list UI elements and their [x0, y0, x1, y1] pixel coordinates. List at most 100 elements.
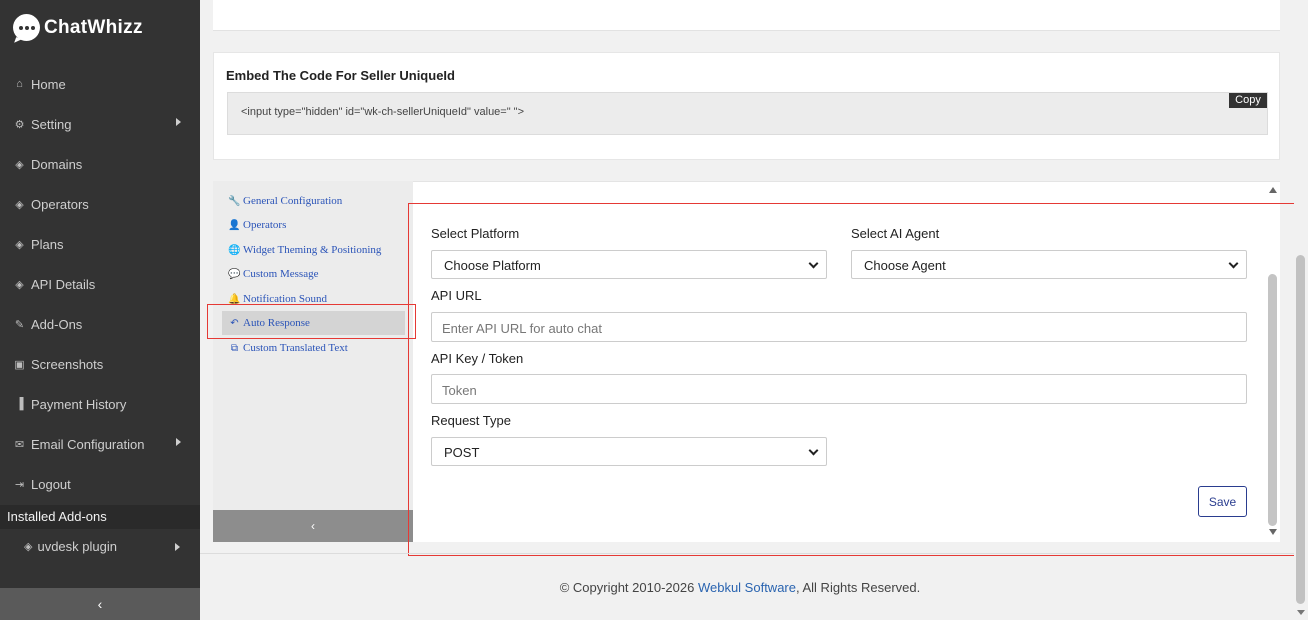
embed-title: Embed The Code For Seller UniqueId [226, 68, 455, 83]
caret-right-icon [175, 543, 180, 551]
sidebar-item-label: Setting [31, 116, 72, 132]
form-scrollbar[interactable] [1266, 187, 1280, 537]
settings-tab-label: Operators [243, 219, 287, 231]
top-card [213, 0, 1280, 31]
agent-select-value: Choose Agent [864, 258, 946, 273]
sidebar: ChatWhizz ⌂ Home ⚙ Setting ◈ Domains ◈ Operator… [0, 0, 200, 620]
settings-tab-label: Widget Theming & Positioning [243, 244, 382, 256]
api-url-input[interactable]: Enter API URL for auto chat [431, 312, 1247, 342]
caret-right-icon [176, 438, 181, 446]
footer: © Copyright 2010-2026 Webkul Software, A… [200, 580, 1280, 595]
settings-tab[interactable]: 🌐 Widget Theming & Positioning [228, 240, 382, 260]
form-scroll-thumb[interactable] [1268, 274, 1277, 526]
settings-tab[interactable]: ⧉ Custom Translated Text [229, 338, 348, 358]
embed-code[interactable]: <input type="hidden" id="wk-ch-sellerUni… [241, 106, 524, 118]
sidebar-item[interactable]: ◈ Plans [13, 234, 193, 254]
sidebar-item[interactable]: ▐ Payment History [13, 394, 193, 414]
sidebar-item[interactable]: ▣ Screenshots [13, 354, 193, 374]
settings-tab-panel: 🔧 General Configuration 👤 Operators 🌐 Widget … [213, 181, 413, 542]
sidebar-collapse-button[interactable]: ‹ [0, 588, 200, 620]
installed-addon-item[interactable]: ◈ uvdesk plugin [24, 539, 180, 554]
token-placeholder: Token [442, 383, 477, 398]
comment-icon: 💬 [228, 268, 241, 280]
sidebar-item[interactable]: ✉ Email Configuration [13, 434, 193, 454]
chevron-down-icon [808, 258, 819, 269]
embed-code-box: <input type="hidden" id="wk-ch-sellerUni… [227, 92, 1268, 135]
cogs-icon: ⚙ [14, 118, 25, 131]
copy-button[interactable]: Copy [1229, 93, 1267, 108]
settings-tab[interactable]: 🔧 General Configuration [228, 191, 343, 211]
sidebar-item-label: Screenshots [31, 356, 104, 372]
api-url-placeholder: Enter API URL for auto chat [442, 321, 602, 336]
installed-addons-heading: Installed Add-ons [0, 505, 200, 529]
page-scrollbar[interactable] [1294, 0, 1308, 620]
brand-name: ChatWhizz [44, 16, 143, 38]
brand-logo[interactable]: ChatWhizz [13, 14, 143, 41]
scroll-down-arrow-icon[interactable] [1269, 529, 1277, 535]
agent-select[interactable]: Choose Agent [851, 250, 1247, 279]
plug-icon: ✎ [14, 318, 25, 331]
chevron-down-icon [1228, 258, 1239, 269]
sidebar-item-label: Plans [31, 236, 64, 252]
footer-company-link[interactable]: Webkul Software [698, 580, 796, 595]
settings-tab-label: General Configuration [243, 195, 343, 207]
page-scroll-down-icon[interactable] [1297, 610, 1305, 615]
signout-icon: ⇥ [14, 478, 25, 491]
image-icon: ▣ [14, 358, 25, 371]
installed-addon-label: uvdesk plugin [37, 539, 117, 554]
settings-tab[interactable]: 💬 Custom Message [228, 264, 318, 284]
cube-icon: ◈ [15, 158, 24, 171]
api-url-label: API URL [431, 288, 482, 303]
request-type-label: Request Type [431, 413, 511, 428]
settings-collapse-button[interactable]: ‹ [213, 510, 413, 542]
caret-right-icon [176, 118, 181, 126]
sidebar-item-label: Logout [31, 476, 71, 492]
settings-tab-label: Custom Translated Text [243, 342, 348, 354]
sidebar-item-label: API Details [31, 276, 96, 292]
sidebar-item-label: Home [31, 76, 66, 92]
sidebar-item[interactable]: ◈ Operators [13, 194, 193, 214]
sidebar-item-label: Email Configuration [31, 436, 145, 452]
settings-tab[interactable]: 🔔 Notification Sound [228, 289, 327, 309]
request-type-select[interactable]: POST [431, 437, 827, 466]
envelope-icon: ✉ [14, 438, 25, 451]
reply-icon: ↶ [230, 317, 239, 329]
chat-bubble-icon [13, 14, 40, 41]
agent-label: Select AI Agent [851, 226, 940, 241]
page-scroll-thumb[interactable] [1296, 255, 1305, 604]
sidebar-item[interactable]: ⚙ Setting [13, 114, 193, 134]
request-type-value: POST [444, 445, 480, 460]
token-input[interactable]: Token [431, 374, 1247, 404]
sidebar-item[interactable]: ✎ Add-Ons [13, 314, 193, 334]
translate-icon: ⧉ [230, 342, 239, 354]
platform-select[interactable]: Choose Platform [431, 250, 827, 279]
sidebar-item-label: Payment History [31, 396, 127, 412]
settings-tab-label: Auto Response [243, 317, 310, 329]
token-label: API Key / Token [431, 351, 524, 366]
chevron-left-icon: ‹ [311, 519, 315, 533]
chevron-left-icon: ‹ [97, 596, 103, 612]
sidebar-item[interactable]: ⌂ Home [13, 74, 193, 94]
footer-prefix: © Copyright 2010-2026 [559, 580, 698, 595]
platform-select-value: Choose Platform [444, 258, 541, 273]
auto-response-form: Select Platform Choose Platform Select A… [413, 181, 1280, 542]
sidebar-item[interactable]: ⇥ Logout [13, 474, 193, 494]
footer-divider [200, 553, 1294, 554]
sidebar-item-label: Domains [31, 156, 83, 172]
settings-tab[interactable]: 👤 Operators [228, 215, 287, 235]
home-icon: ⌂ [16, 78, 23, 90]
sidebar-item[interactable]: ◈ API Details [13, 274, 193, 294]
globe-icon: 🌐 [228, 244, 241, 256]
cube-icon: ◈ [15, 198, 24, 211]
sidebar-item[interactable]: ◈ Domains [13, 154, 193, 174]
save-button[interactable]: Save [1198, 486, 1247, 517]
chevron-down-icon [808, 445, 819, 456]
cube-icon: ◈ [24, 541, 33, 553]
bell-icon: 🔔 [228, 293, 241, 305]
scroll-up-arrow-icon[interactable] [1269, 187, 1277, 193]
wrench-icon: 🔧 [228, 195, 241, 207]
cube-icon: ◈ [15, 278, 24, 291]
sidebar-item-label: Add-Ons [31, 316, 83, 332]
embed-card: Embed The Code For Seller UniqueId <inpu… [213, 52, 1280, 160]
settings-tab[interactable]: ↶ Auto Response [222, 311, 405, 335]
